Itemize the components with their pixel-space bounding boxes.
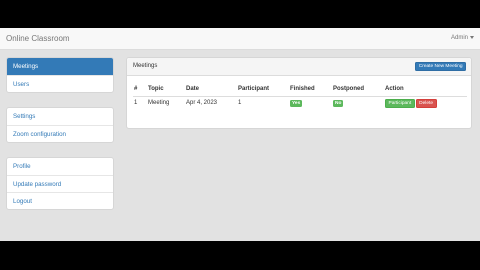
chevron-down-icon [470,35,474,39]
col-header-topic: Topic [147,82,185,97]
cell-date: Apr 4, 2023 [186,100,218,107]
col-header-participant: Participant [237,82,289,97]
sidebar-item-users[interactable]: Users [7,75,113,92]
table-header-row: # Topic Date Participant Finished Postpo… [133,82,467,97]
sidebar-nav-main: Meetings Users [6,57,114,93]
sidebar-nav-settings: Settings Zoom configuration [6,107,114,143]
sidebar-nav-account: Profile Update password Logout [6,157,114,210]
cell-number: 1 [134,100,138,107]
create-meeting-button[interactable]: Create New Meeting [415,62,466,71]
sidebar-item-zoom-configuration[interactable]: Zoom configuration [7,125,113,142]
delete-button[interactable]: Delete [415,98,437,108]
app-title[interactable]: Online Classroom [6,34,70,43]
navbar: Online Classroom Admin [0,28,480,50]
col-header-postponed: Postponed [332,82,384,97]
col-header-action: Action [384,82,467,97]
col-header-number: # [133,82,147,97]
panel-header: Meetings Create New Meeting [127,58,471,76]
cell-finished: Yes [289,96,332,110]
cell-actions: Participant Delete [384,96,467,110]
user-name: Admin [450,35,468,41]
finished-badge: Yes [290,99,303,107]
sidebar-item-meetings[interactable]: Meetings [7,58,113,75]
col-header-finished: Finished [289,82,332,97]
table-row: 1 Meeting Apr 4, 2023 1 Yes No Participa… [133,96,467,110]
cell-topic: Meeting [148,100,170,107]
postponed-badge: No [333,99,344,107]
panel-title: Meetings [133,63,158,69]
cell-postponed: No [332,96,384,110]
user-menu[interactable]: Admin [451,35,474,41]
meetings-panel: Meetings Create New Meeting # Topic Date… [126,57,472,129]
participant-button[interactable]: Participant [385,98,415,108]
col-header-date: Date [185,82,237,97]
cell-participant: 1 [238,100,242,107]
sidebar-item-update-password[interactable]: Update password [7,175,113,192]
sidebar-item-logout[interactable]: Logout [7,192,113,209]
meetings-table: # Topic Date Participant Finished Postpo… [133,82,467,110]
sidebar-item-profile[interactable]: Profile [7,158,113,175]
sidebar-item-settings[interactable]: Settings [7,108,113,125]
